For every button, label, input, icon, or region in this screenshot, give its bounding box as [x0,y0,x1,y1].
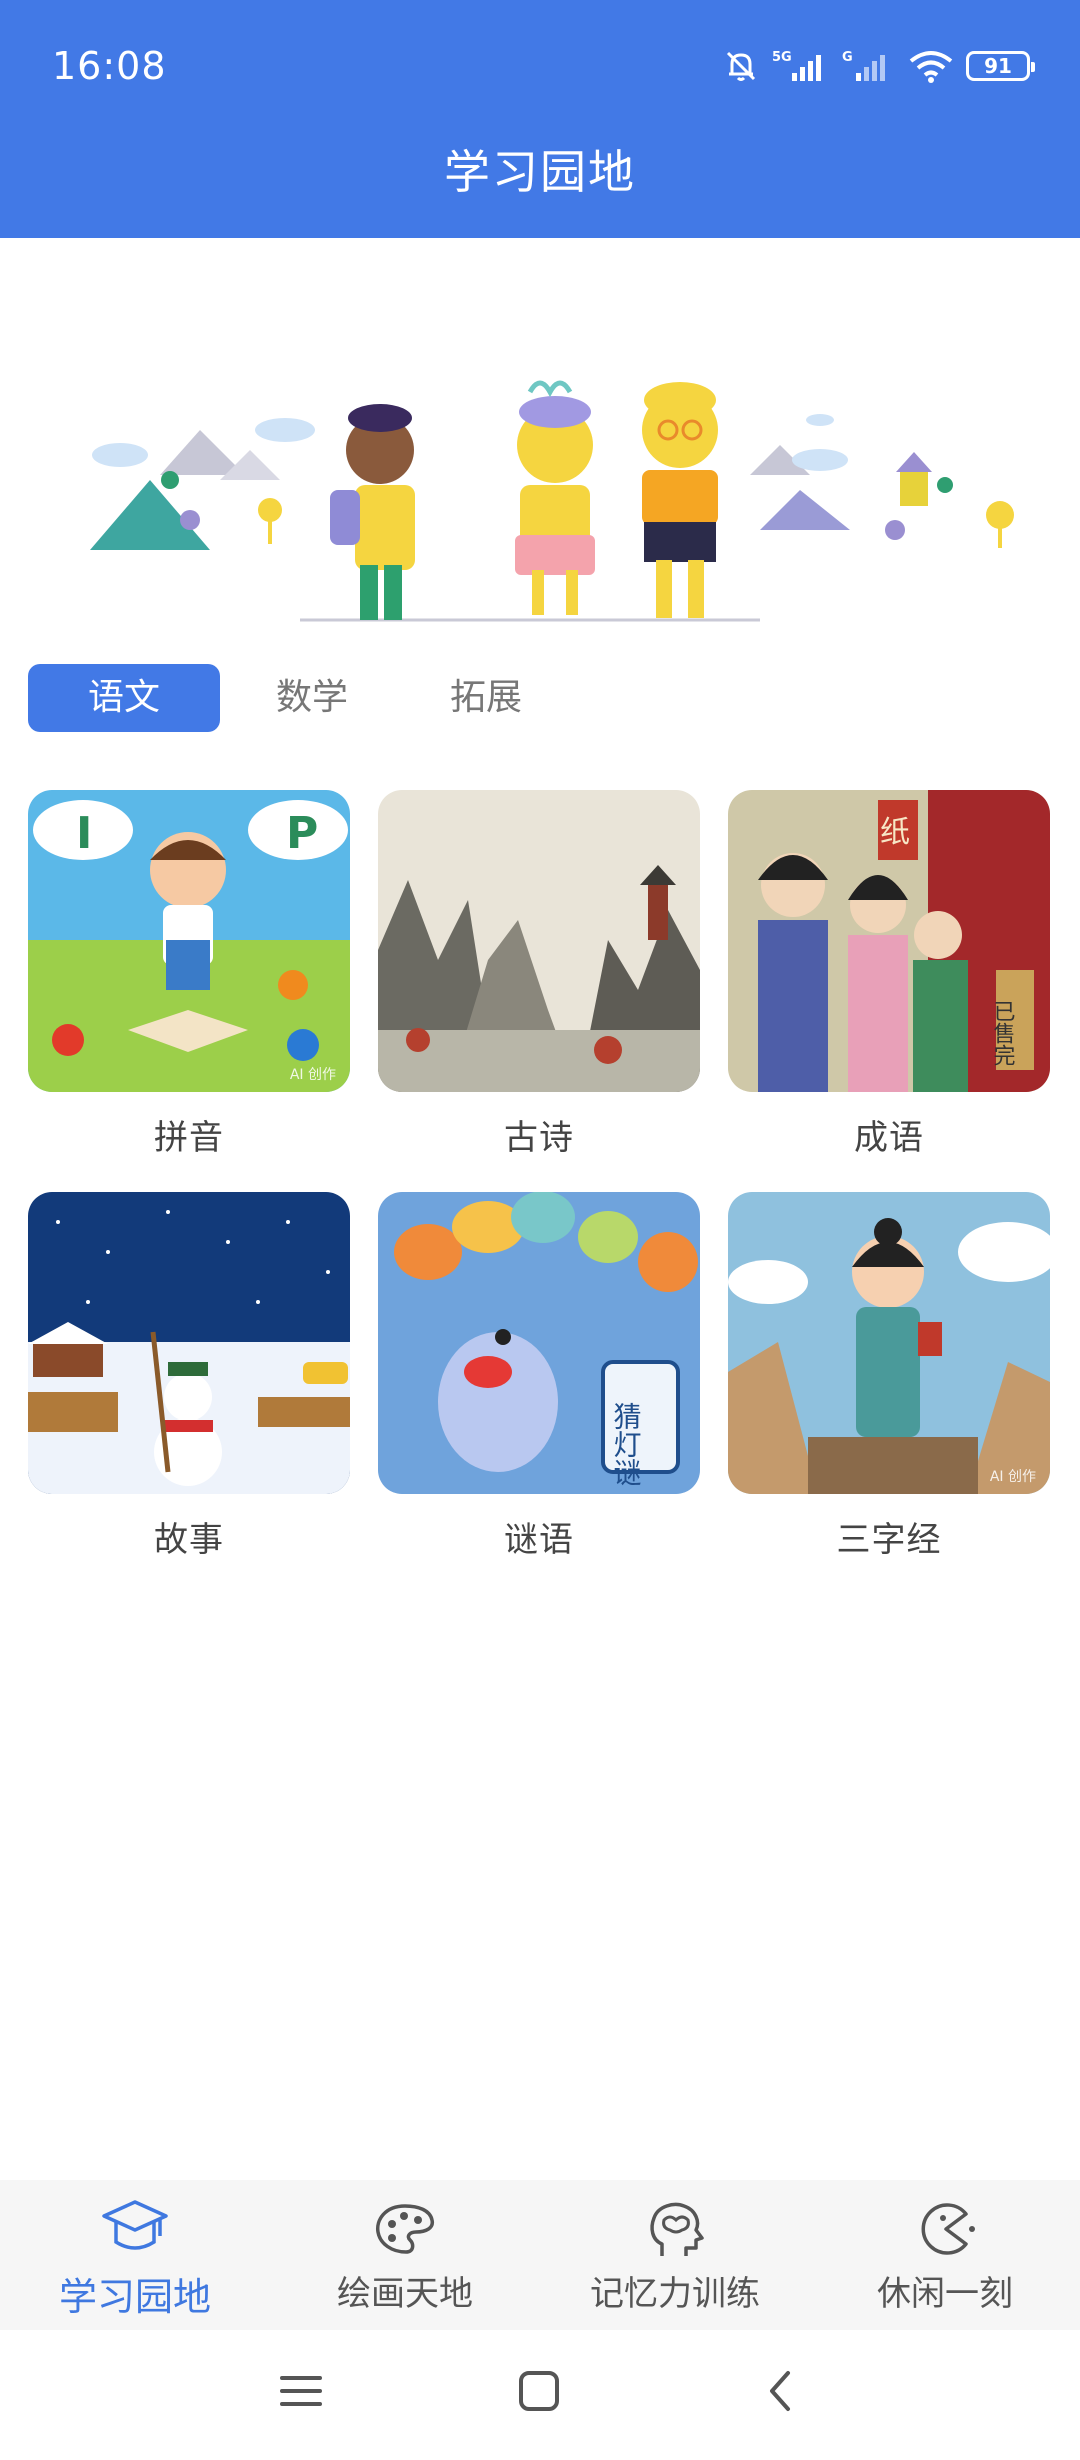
card-label: 故事 [154,1520,224,1560]
svg-text:I: I [76,808,92,859]
card-stories[interactable]: 故事 [28,1192,350,1561]
svg-text:猜灯谜: 猜灯谜 [610,1402,643,1486]
nav-leisure[interactable]: 休闲一刻 [810,2180,1080,2330]
app-header: 16:08 5G G 91 学习园地 [0,0,1080,238]
mute-bell-icon [726,51,756,81]
nav-study[interactable]: 学习园地 [0,2180,270,2330]
pinyin-image: I P AI 创作 [28,790,350,1092]
status-icons: 5G G 91 [722,44,1035,88]
nav-label: 记忆力训练 [590,2274,760,2314]
system-navigation-bar [0,2330,1080,2460]
pacman-icon [921,2203,975,2255]
svg-text:5G: 5G [772,50,792,65]
tab-math[interactable]: 数学 [276,664,348,732]
page-title: 学习园地 [444,145,636,199]
tab-chinese[interactable]: 语文 [28,664,220,732]
nav-label: 学习园地 [58,2275,211,2319]
back-chevron-icon[interactable] [760,2370,802,2416]
svg-text:P: P [286,808,318,859]
graduation-cap-icon [102,2200,168,2250]
palette-icon [376,2204,435,2254]
status-time: 16:08 [52,44,167,88]
signal-5g-icon: 5G [772,50,821,81]
card-poems[interactable]: 古诗 [378,790,700,1159]
home-square-icon[interactable] [518,2370,560,2416]
poems-image [378,790,700,1092]
card-pinyin[interactable]: I P AI 创作 拼音 [28,790,350,1159]
signal-g-icon: G [842,50,885,81]
wifi-icon [909,51,953,83]
tab-extension[interactable]: 拓展 [450,664,522,732]
nav-label: 绘画天地 [337,2274,473,2314]
card-label: 成语 [854,1118,924,1158]
riddles-image: 猜灯谜 [378,1192,700,1494]
card-label: 谜语 [504,1520,574,1560]
three-character-classic-image: AI 创作 [728,1192,1050,1494]
ai-watermark: AI 创作 [989,1469,1036,1485]
battery-level: 91 [984,54,1012,78]
card-label: 古诗 [504,1118,574,1158]
card-label: 拼音 [154,1118,224,1158]
idioms-image: 纸 已售完 [728,790,1050,1092]
stories-image [28,1192,350,1494]
card-idioms[interactable]: 纸 已售完 成语 [728,790,1050,1159]
ai-watermark: AI 创作 [289,1067,336,1083]
category-tabs: 语文 数学 拓展 [28,664,522,732]
menu-icon[interactable] [280,2370,322,2416]
nav-drawing[interactable]: 绘画天地 [270,2180,540,2330]
brain-head-icon [650,2202,704,2256]
svg-text:纸: 纸 [880,815,910,850]
nav-label: 休闲一刻 [877,2274,1013,2314]
bottom-navigation: 学习园地 绘画天地 记忆力训练 休闲一刻 [0,2180,1080,2330]
card-label: 三字经 [836,1520,942,1560]
card-riddles[interactable]: 猜灯谜 谜语 [378,1192,700,1561]
card-three-character-classic[interactable]: AI 创作 三字经 [728,1192,1050,1561]
svg-text:G: G [842,50,853,65]
battery-icon: 91 [966,51,1035,81]
svg-text:已售完: 已售完 [990,1000,1016,1066]
banner-illustration [60,300,1020,630]
nav-memory-training[interactable]: 记忆力训练 [540,2180,810,2330]
